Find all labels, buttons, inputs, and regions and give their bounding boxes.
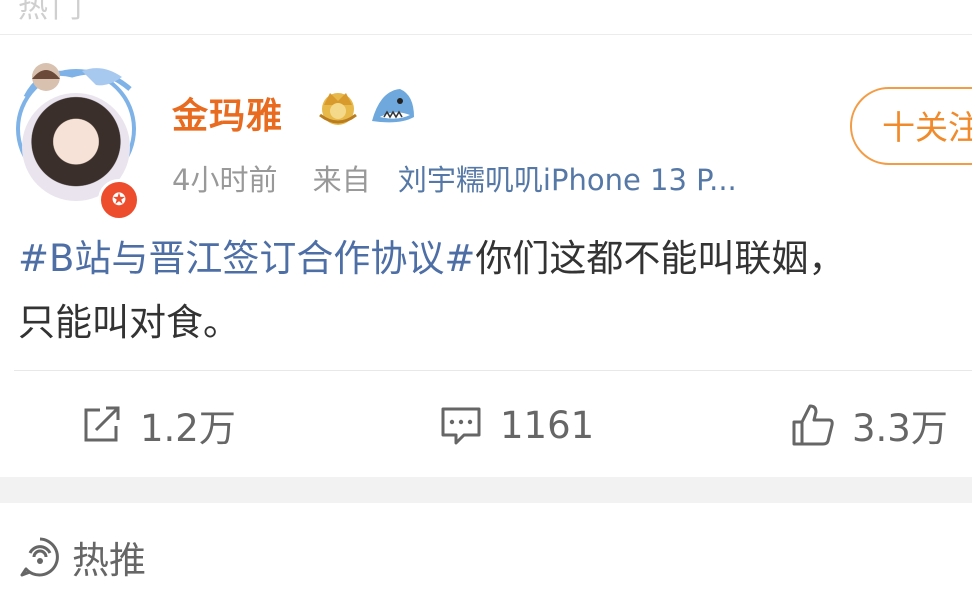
like-count: 3.3万 (852, 407, 948, 450)
crown-badge-icon (319, 93, 357, 125)
post-source-device[interactable]: 刘宇糯叽叽iPhone 13 P... (398, 163, 737, 197)
post-text-line2: 只能叫对食。 (18, 301, 240, 344)
comment-count: 1161 (500, 403, 595, 447)
post-content: #B站与晋江签订合作协议#你们这都不能叫联姻， 只能叫对食。 (18, 227, 972, 355)
cut-off-text: 热门 (18, 0, 86, 25)
post-text-line1: 你们这都不能叫联姻， (475, 237, 846, 280)
shark-emoji-icon (372, 89, 414, 123)
post-time: 4小时前 (172, 163, 278, 197)
topic-hashtag[interactable]: #B站与晋江签订合作协议# (18, 237, 475, 280)
hot-recommend-label: 热推 (72, 539, 146, 582)
hot-recommend-icon (20, 537, 59, 577)
repost-button[interactable]: 1.2万 (78, 385, 236, 465)
follow-button[interactable]: 十关注 (850, 87, 972, 165)
avatar[interactable]: ✪ (12, 57, 140, 221)
username[interactable]: 金玛雅 (172, 87, 283, 139)
thumbs-up-icon (792, 404, 834, 446)
share-icon (84, 406, 120, 442)
comment-icon (441, 407, 481, 445)
section-separator (0, 477, 972, 503)
divider (14, 370, 972, 371)
weibo-post-card[interactable]: ✪ 金玛雅 4小时前 来自 刘宇糯叽叽iPhone 13 P... 十关注 #B… (0, 35, 972, 477)
like-button[interactable]: 3.3万 (790, 385, 948, 465)
star-verify-icon: ✪ (98, 179, 140, 221)
comment-button[interactable]: 1161 (438, 385, 594, 465)
hot-recommend-header[interactable]: 热推 (18, 530, 146, 584)
from-label: 来自 (312, 163, 371, 197)
action-bar: 1.2万 1161 3.3万 (0, 385, 972, 465)
repost-count: 1.2万 (140, 407, 236, 450)
previous-section-edge: 热门 (0, 0, 972, 35)
post-meta: 4小时前 来自 刘宇糯叽叽iPhone 13 P... (172, 157, 737, 199)
